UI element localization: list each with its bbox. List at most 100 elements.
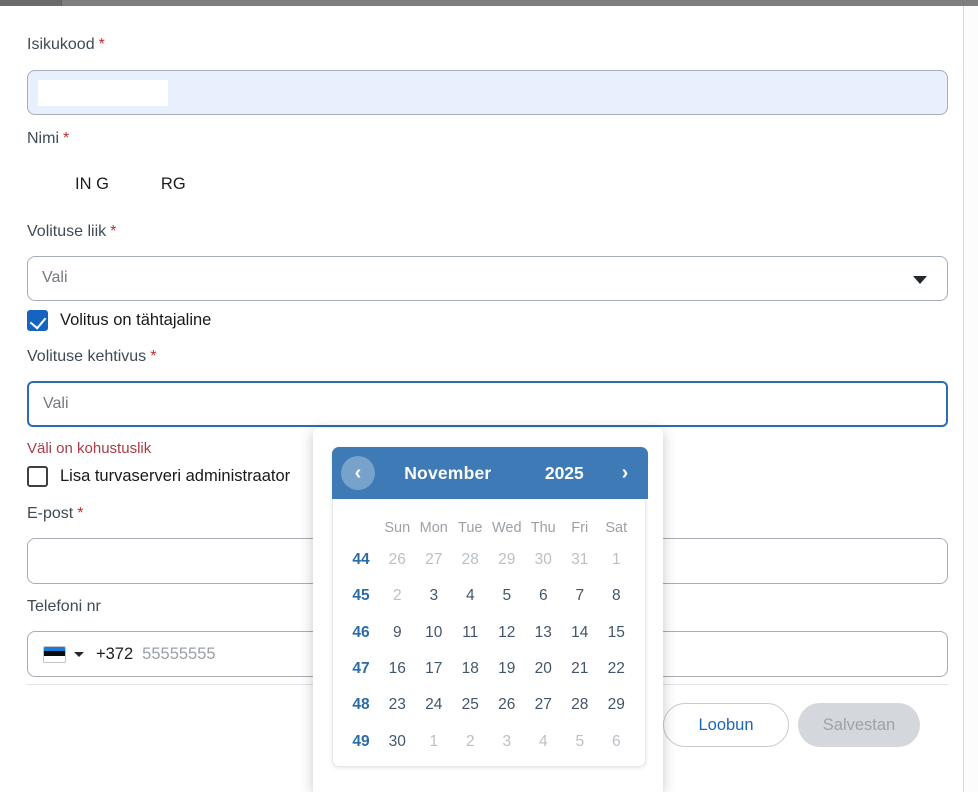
calendar-day[interactable]: 10 <box>416 615 453 651</box>
calendar-week-row: 452345678 <box>343 578 635 614</box>
checkbox-checked-icon[interactable] <box>27 310 48 331</box>
volituse-kehtivus-label-text: Volituse kehtivus <box>27 348 146 365</box>
calendar-week-row: 4823242526272829 <box>343 687 635 723</box>
browser-top-strip <box>0 0 978 6</box>
required-asterisk: * <box>99 36 105 53</box>
nimi-label-text: Nimi <box>27 130 59 147</box>
field-error-message: Väli on kohustuslik <box>27 440 151 457</box>
week-number: 44 <box>343 542 379 578</box>
week-number-header <box>343 514 379 542</box>
calendar-day[interactable]: 29 <box>598 687 635 723</box>
calendar-day[interactable]: 13 <box>525 615 562 651</box>
tahtajaline-checkbox-label: Volitus on tähtajaline <box>60 311 211 330</box>
save-button: Salvestan <box>798 703 920 747</box>
next-month-button[interactable]: › <box>608 456 642 490</box>
calendar-day: 6 <box>598 723 635 759</box>
datepicker-month[interactable]: November <box>375 463 521 484</box>
calendar-day[interactable]: 5 <box>489 578 526 614</box>
scrollbar-track[interactable] <box>963 6 978 792</box>
calendar-day[interactable]: 27 <box>525 687 562 723</box>
required-asterisk: * <box>110 223 116 240</box>
calendar-day[interactable]: 25 <box>452 687 489 723</box>
calendar-day[interactable]: 19 <box>489 651 526 687</box>
calendar-day[interactable]: 9 <box>379 615 416 651</box>
checkbox-unchecked-icon[interactable] <box>27 466 48 487</box>
week-number: 47 <box>343 651 379 687</box>
calendar-day[interactable]: 22 <box>598 651 635 687</box>
epost-label: E-post* <box>27 505 83 523</box>
calendar-day: 4 <box>525 723 562 759</box>
tahtajaline-checkbox-row[interactable]: Volitus on tähtajaline <box>27 310 211 331</box>
week-number: 45 <box>343 578 379 614</box>
calendar-day[interactable]: 16 <box>379 651 416 687</box>
calendar-day[interactable]: 24 <box>416 687 453 723</box>
calendar-day[interactable]: 8 <box>598 578 635 614</box>
weekday-label: Tue <box>452 514 489 542</box>
cancel-button[interactable]: Loobun <box>663 703 789 747</box>
select-placeholder: Vali <box>42 269 68 287</box>
weekday-label: Fri <box>562 514 599 542</box>
calendar-week-row: 4930123456 <box>343 723 635 759</box>
epost-label-text: E-post <box>27 505 73 522</box>
calendar-day[interactable]: 6 <box>525 578 562 614</box>
calendar-day[interactable]: 7 <box>562 578 599 614</box>
calendar-day: 2 <box>379 578 416 614</box>
nimi-label: Nimi* <box>27 130 69 148</box>
previous-month-button[interactable]: ‹ <box>341 456 375 490</box>
calendar-day[interactable]: 14 <box>562 615 599 651</box>
calendar-day[interactable]: 11 <box>452 615 489 651</box>
calendar-day[interactable]: 21 <box>562 651 599 687</box>
weekday-label: Mon <box>416 514 453 542</box>
week-number: 48 <box>343 687 379 723</box>
calendar-day[interactable]: 20 <box>525 651 562 687</box>
weekday-header-row: SunMonTueWedThuFriSat <box>343 514 635 542</box>
browser-tab-edge <box>0 0 62 6</box>
flag-dropdown-caret-icon[interactable] <box>74 652 84 657</box>
datepicker-year[interactable]: 2025 <box>521 463 608 484</box>
weekday-label: Thu <box>525 514 562 542</box>
required-asterisk: * <box>63 130 69 147</box>
calendar-week-row: 442627282930311 <box>343 542 635 578</box>
calendar-day: 1 <box>416 723 453 759</box>
calendar-day[interactable]: 3 <box>416 578 453 614</box>
calendar-day: 29 <box>489 542 526 578</box>
calendar-day[interactable]: 26 <box>489 687 526 723</box>
calendar-day[interactable]: 23 <box>379 687 416 723</box>
isikukood-label: Isikukood* <box>27 36 105 54</box>
calendar-day[interactable]: 28 <box>562 687 599 723</box>
calendar-day[interactable]: 17 <box>416 651 453 687</box>
estonia-flag-icon[interactable] <box>43 646 66 663</box>
week-number: 46 <box>343 615 379 651</box>
name-value: IN GRG <box>75 175 186 194</box>
required-asterisk: * <box>150 348 156 365</box>
volituse-kehtivus-label: Volituse kehtivus* <box>27 348 156 366</box>
chevron-down-icon <box>913 276 927 284</box>
calendar-day[interactable]: 18 <box>452 651 489 687</box>
calendar-day: 27 <box>416 542 453 578</box>
volituse-liik-label-text: Volituse liik <box>27 223 106 240</box>
calendar-day: 2 <box>452 723 489 759</box>
calendar-day[interactable]: 30 <box>379 723 416 759</box>
chevron-left-icon: ‹ <box>355 462 362 485</box>
modal-form: Isikukood* Nimi* IN GRG Volituse liik* V… <box>0 0 978 792</box>
calendar-day[interactable]: 15 <box>598 615 635 651</box>
turvaserver-checkbox-row[interactable]: Lisa turvaserveri administraator <box>27 466 290 487</box>
calendar-day: 30 <box>525 542 562 578</box>
telefon-label: Telefoni nr <box>27 598 101 616</box>
volituse-liik-label: Volituse liik* <box>27 223 116 241</box>
volituse-liik-select[interactable]: Vali <box>27 256 948 301</box>
weekday-label: Wed <box>489 514 526 542</box>
week-number: 49 <box>343 723 379 759</box>
calendar-day: 31 <box>562 542 599 578</box>
calendar-table: SunMonTueWedThuFriSat 442627282930311452… <box>343 514 635 760</box>
calendar-day: 3 <box>489 723 526 759</box>
calendar-day: 28 <box>452 542 489 578</box>
calendar-day[interactable]: 12 <box>489 615 526 651</box>
volituse-kehtivus-input[interactable] <box>27 381 948 427</box>
calendar-day[interactable]: 4 <box>452 578 489 614</box>
calendar-day: 1 <box>598 542 635 578</box>
datepicker-popup: ‹ November 2025 › SunMonTueWedThuFriSat … <box>313 428 663 792</box>
name-last-part: RG <box>161 175 186 193</box>
datepicker-body: SunMonTueWedThuFriSat 442627282930311452… <box>333 500 647 760</box>
phone-prefix: +372 <box>96 645 133 664</box>
